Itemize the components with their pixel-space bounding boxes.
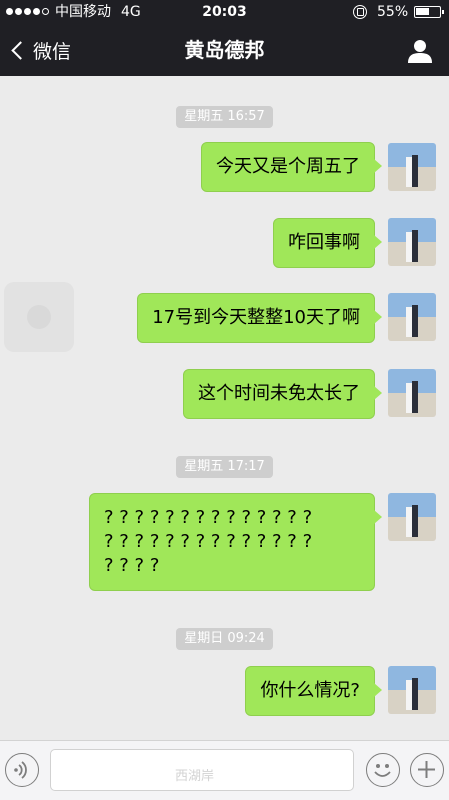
battery-icon [414, 6, 444, 18]
avatar-photo-icon [388, 666, 436, 714]
message-bubble[interactable]: 你什么情况? [245, 666, 382, 716]
timestamp: 星期日 09:24 [0, 627, 449, 650]
chat-area[interactable]: 星期五 16:57 今天又是个周五了 咋回事啊 17号到今天整整10天了啊 这个… [0, 76, 449, 740]
floating-assistive-touch[interactable] [4, 282, 74, 352]
avatar[interactable] [388, 666, 436, 714]
avatar-photo-icon [388, 369, 436, 417]
avatar-photo-icon [388, 293, 436, 341]
back-chevron-icon [11, 40, 30, 60]
message-bubble[interactable]: 17号到今天整整10天了啊 [137, 293, 382, 343]
avatar-photo-icon [388, 493, 436, 541]
status-bar: 中国移动 4G 20:03 55% [0, 0, 449, 24]
voice-icon [14, 761, 27, 779]
avatar[interactable] [388, 218, 436, 266]
message-bubble[interactable]: 这个时间未免太长了 [183, 369, 382, 419]
avatar-photo-icon [388, 218, 436, 266]
timestamp: 星期五 16:57 [0, 105, 449, 128]
avatar-photo-icon [388, 143, 436, 191]
plus-button[interactable] [410, 753, 444, 787]
back-button[interactable]: 微信 [8, 36, 71, 64]
battery-percent: 55% [377, 4, 409, 20]
message-input[interactable] [50, 749, 354, 791]
profile-button[interactable] [407, 38, 433, 64]
input-bar: 西湖岸 [0, 740, 449, 800]
message-bubble[interactable]: ? ? ? ? ? ? ? ? ? ? ? ? ? ? ? ? ? ? ? ? … [89, 493, 382, 591]
avatar[interactable] [388, 293, 436, 341]
lock-rotation-icon [353, 5, 367, 19]
voice-button[interactable] [5, 753, 39, 787]
profile-icon [408, 40, 432, 63]
emoji-icon [374, 764, 391, 777]
nav-bar: 微信 黄岛德邦 [0, 24, 449, 76]
message-bubble[interactable]: 今天又是个周五了 [201, 142, 382, 192]
emoji-button[interactable] [366, 753, 400, 787]
top-bar: 中国移动 4G 20:03 55% 微信 黄岛德邦 [0, 0, 449, 76]
avatar[interactable] [388, 493, 436, 541]
timestamp: 星期五 17:17 [0, 455, 449, 478]
avatar[interactable] [388, 143, 436, 191]
back-label: 微信 [33, 40, 72, 63]
plus-icon [418, 761, 435, 778]
message-bubble[interactable]: 咋回事啊 [273, 218, 382, 268]
avatar[interactable] [388, 369, 436, 417]
